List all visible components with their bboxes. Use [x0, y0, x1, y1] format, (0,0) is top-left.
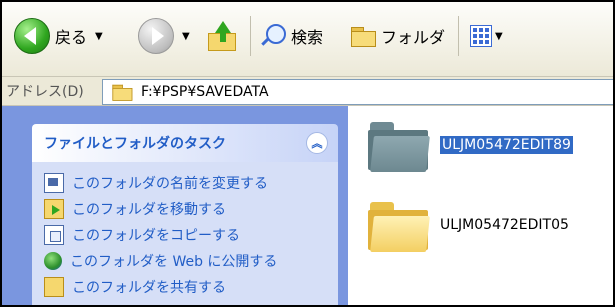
file-list-pane: ULJM05472EDIT89 ULJM05472EDIT05	[348, 106, 613, 305]
task-list: このフォルダの名前を変更する このフォルダを移動する このフォルダをコピーする …	[32, 162, 338, 305]
task-panel-header[interactable]: ファイルとフォルダのタスク ︽	[32, 124, 338, 162]
address-path: F:¥PSP¥SAVEDATA	[141, 84, 269, 100]
search-icon	[260, 23, 286, 49]
folder-icon	[350, 25, 376, 47]
views-button[interactable]: ▼	[470, 16, 503, 56]
file-folder-tasks-panel: ファイルとフォルダのタスク ︽ このフォルダの名前を変更する このフォルダを移動…	[32, 124, 338, 305]
rename-icon	[44, 173, 64, 193]
folder-name: ULJM05472EDIT89	[439, 135, 574, 155]
folder-icon	[112, 83, 133, 101]
explorer-window: 戻る ▼ ▼ 検索 フォルダ ▼ アドレス(D) F:¥PSP¥SAVEDATA…	[0, 0, 615, 307]
task-label: このフォルダを Web に公開する	[70, 254, 278, 270]
folder-icon	[368, 198, 430, 252]
task-rename-folder[interactable]: このフォルダの名前を変更する	[44, 170, 338, 196]
folders-label: フォルダ	[381, 28, 446, 47]
task-panel-title: ファイルとフォルダのタスク	[44, 136, 226, 152]
task-label: このフォルダをコピーする	[72, 228, 240, 244]
folder-item-selected[interactable]: ULJM05472EDIT89	[368, 118, 574, 172]
task-share-folder[interactable]: このフォルダを共有する	[44, 274, 338, 300]
collapse-chevron-icon[interactable]: ︽	[306, 132, 328, 154]
address-bar: アドレス(D) F:¥PSP¥SAVEDATA	[2, 77, 613, 106]
share-icon	[44, 277, 64, 297]
folder-name: ULJM05472EDIT05	[440, 217, 569, 233]
up-folder-button[interactable]	[206, 16, 236, 56]
folder-icon	[368, 118, 430, 172]
folder-item[interactable]: ULJM05472EDIT05	[368, 198, 569, 252]
views-dropdown-icon[interactable]: ▼	[495, 31, 503, 42]
task-label: このフォルダを移動する	[72, 202, 226, 218]
toolbar-separator	[250, 16, 251, 56]
task-label: このフォルダを共有する	[72, 280, 226, 296]
task-copy-folder[interactable]: このフォルダをコピーする	[44, 222, 338, 248]
web-publish-icon	[44, 252, 62, 270]
back-label: 戻る	[55, 28, 88, 47]
task-pane: ファイルとフォルダのタスク ︽ このフォルダの名前を変更する このフォルダを移動…	[2, 106, 348, 305]
address-field[interactable]: F:¥PSP¥SAVEDATA	[102, 79, 613, 105]
task-publish-web[interactable]: このフォルダを Web に公開する	[44, 248, 338, 274]
folders-button[interactable]: フォルダ	[350, 16, 445, 56]
up-folder-icon	[206, 21, 236, 51]
search-label: 検索	[291, 28, 324, 47]
forward-arrow-icon	[138, 18, 174, 54]
forward-button[interactable]: ▼	[138, 16, 190, 56]
task-move-folder[interactable]: このフォルダを移動する	[44, 196, 338, 222]
task-label: このフォルダの名前を変更する	[72, 176, 268, 192]
back-dropdown-icon[interactable]: ▼	[95, 31, 103, 42]
back-button[interactable]: 戻る ▼	[14, 16, 103, 56]
back-arrow-icon	[14, 18, 50, 54]
search-button[interactable]: 検索	[260, 16, 323, 56]
toolbar: 戻る ▼ ▼ 検索 フォルダ ▼	[2, 2, 613, 77]
move-icon	[44, 199, 64, 219]
forward-dropdown-icon[interactable]: ▼	[182, 31, 190, 42]
toolbar-separator	[458, 16, 459, 56]
copy-icon	[44, 225, 64, 245]
views-icon	[470, 25, 492, 47]
address-label: アドレス(D)	[6, 84, 84, 100]
